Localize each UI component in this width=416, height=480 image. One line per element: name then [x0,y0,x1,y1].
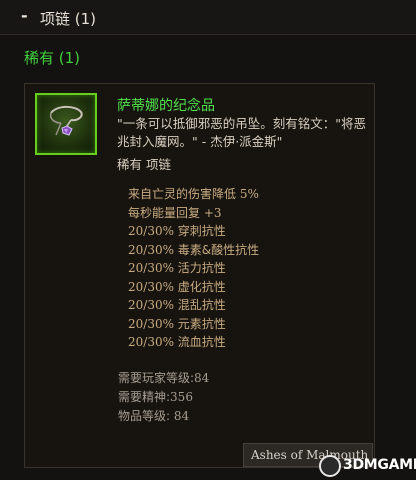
item-tooltip-card: 萨蒂娜的纪念品 "一条可以抵御邪恶的吊坠。刻有铭文："将恶兆封入魔网。" - 杰… [24,83,375,468]
collapse-icon[interactable]: - [21,6,28,25]
category-header[interactable]: - 项链 (1) [0,0,416,35]
affix-line: 20/30% 流血抗性 [128,335,226,349]
watermark-text: 3DMGAME [343,457,416,473]
affix-line: 20/30% 元素抗性 [128,316,226,331]
watermark: 3DMGAME [319,453,416,480]
affix-list: 来自亡灵的伤害降低 5% 每秒能量回复 +3 20/30% 穿刺抗性 20/30… [128,185,259,352]
affix-line: 20/30% 活力抗性 [128,261,226,275]
affix-line: 每秒能量回复 +3 [128,205,222,220]
category-title: 项链 (1) [40,10,97,28]
rarity-group-label[interactable]: 稀有 (1) [24,47,80,68]
affix-line: 20/30% 毒素&酸性抗性 [128,242,260,257]
item-flavor-text: "一条可以抵御邪恶的吊坠。刻有铭文："将恶兆封入魔网。" - 杰伊·派金斯" [117,116,366,149]
affix-line: 20/30% 穿刺抗性 [128,224,226,238]
affix-line: 20/30% 虚化抗性 [128,279,226,294]
watermark-logo-icon [319,455,341,477]
item-name: 萨蒂娜的纪念品 [117,98,215,114]
requirement-line: 物品等级: 84 [118,409,190,423]
affix-line: 来自亡灵的伤害降低 5% [128,187,259,201]
affix-line: 20/30% 混乱抗性 [128,298,226,312]
necklace-pendant-icon[interactable] [35,93,97,155]
requirement-line: 需要玩家等级:84 [118,371,210,385]
requirement-list: 需要玩家等级:84 需要精神:356 物品等级: 84 [118,369,209,426]
requirement-line: 需要精神:356 [118,390,193,404]
item-type: 稀有 项链 [117,157,171,172]
